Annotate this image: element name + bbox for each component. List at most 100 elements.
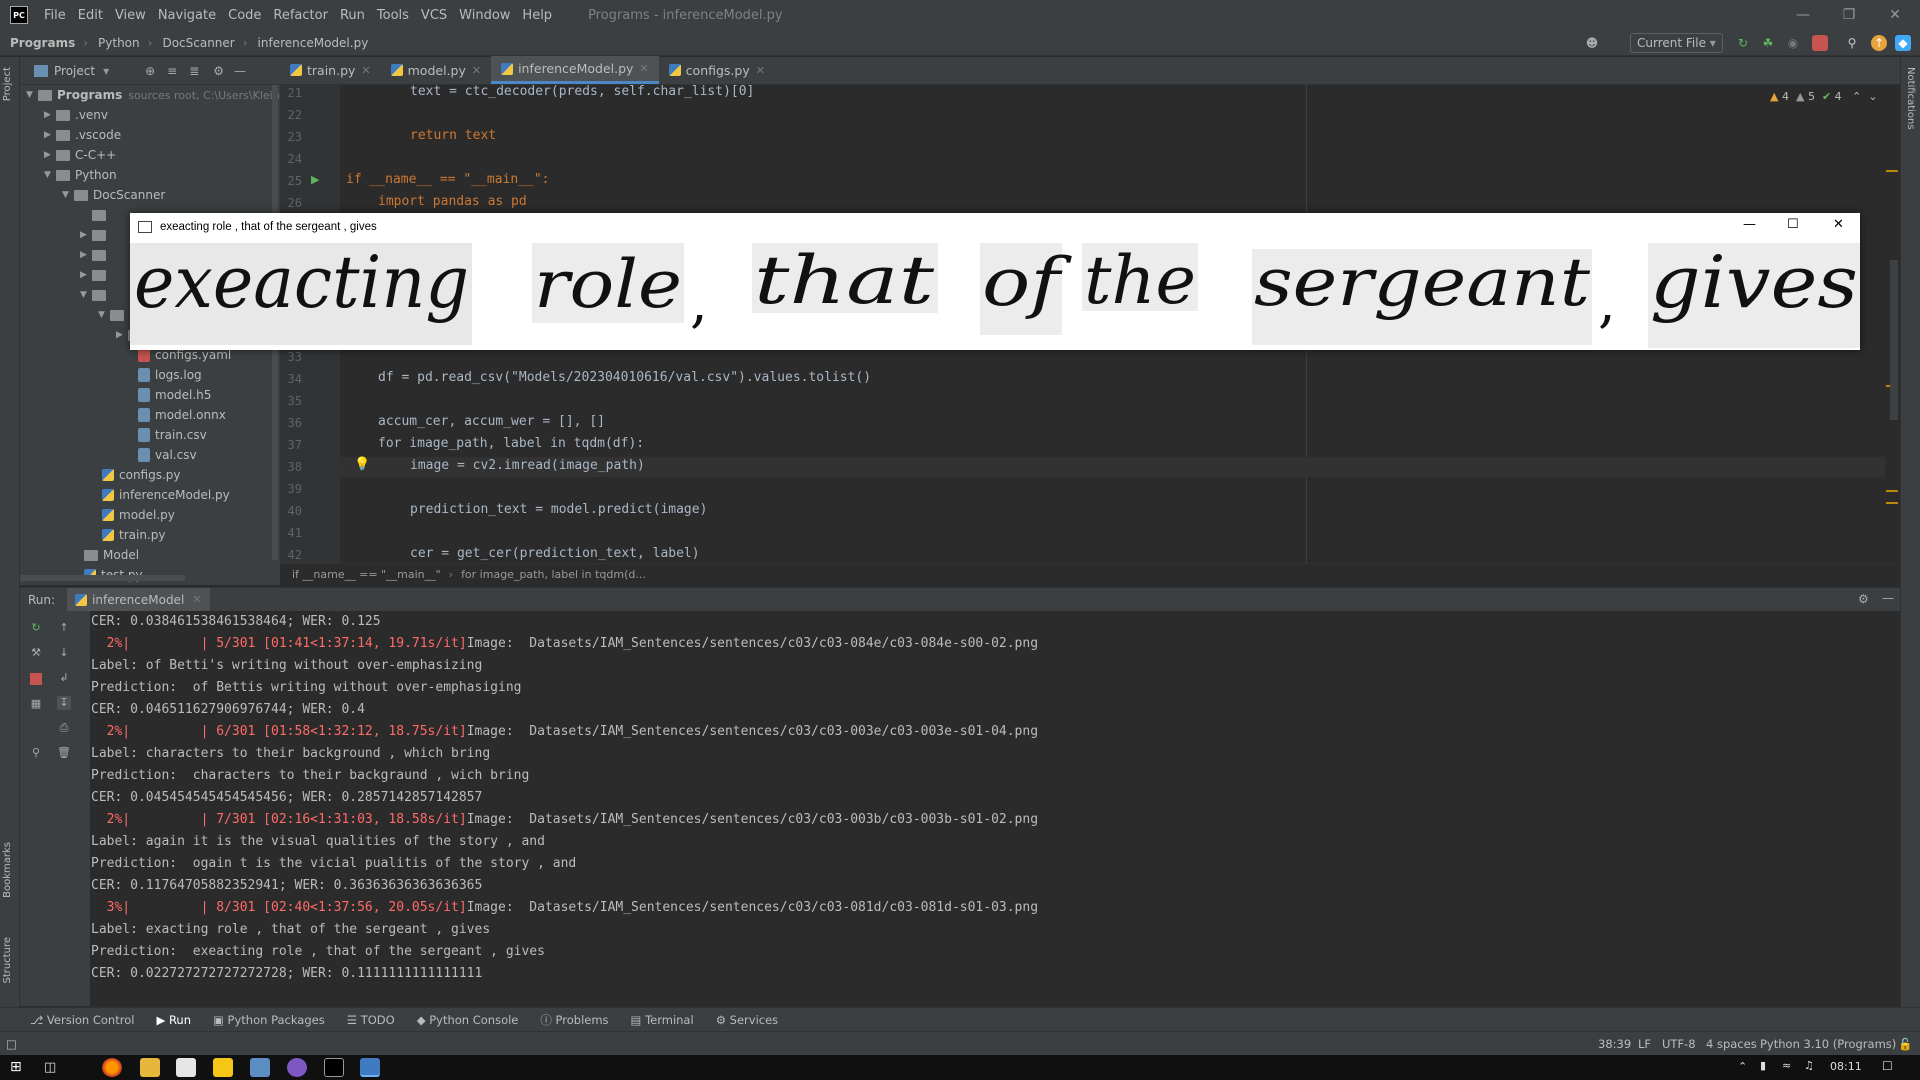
update-icon[interactable]: ↑ [1871, 35, 1887, 51]
error-stripe-mark[interactable] [1886, 490, 1898, 504]
tree-item-model-py[interactable]: model.py [102, 505, 175, 525]
collapse-all-icon[interactable]: ≣ [189, 64, 199, 78]
tree-item-venv[interactable]: ▶ .venv [44, 105, 108, 125]
breadcrumb-file[interactable]: inferenceModel.py [248, 36, 369, 50]
notification-center-icon[interactable]: ☐ [1882, 1059, 1893, 1073]
arrow-up-icon[interactable]: ↑ [57, 621, 71, 635]
bookmarks-tool-window-button[interactable]: Bookmarks [2, 842, 13, 898]
tab-todo[interactable]: ☰ TODO [347, 1013, 395, 1027]
tree-item-python[interactable]: ▼ Python [44, 165, 117, 185]
profile-icon[interactable]: ◉ [1785, 35, 1801, 51]
wifi-icon[interactable]: ≈ [1782, 1059, 1791, 1072]
arrow-down-icon[interactable]: ↓ [57, 646, 71, 660]
stop-icon[interactable] [30, 673, 42, 685]
caret-position[interactable]: 38:39 [1598, 1037, 1631, 1051]
menu-tools[interactable]: Tools [371, 8, 415, 23]
tab-python-console[interactable]: ◆ Python Console [417, 1013, 519, 1027]
hide-icon[interactable]: — [1882, 591, 1894, 605]
tab-terminal[interactable]: ▤ Terminal [631, 1013, 694, 1027]
pin-icon[interactable]: ⚲ [29, 746, 43, 760]
game-app-icon[interactable] [287, 1058, 307, 1077]
tab-inferencemodel-py[interactable]: inferenceModel.py ✕ [491, 56, 659, 84]
code-breadcrumb-item[interactable]: if __name__ == "__main__" [292, 568, 441, 581]
file-explorer-icon[interactable] [140, 1058, 160, 1077]
run-console[interactable]: CER: 0.038461538461538464; WER: 0.125 2%… [90, 611, 1890, 1006]
close-icon[interactable]: ✕ [1872, 0, 1918, 30]
chevron-up-icon[interactable]: ⌃ [1738, 1060, 1747, 1073]
menu-window[interactable]: Window [453, 8, 516, 23]
hide-icon[interactable]: — [234, 64, 246, 78]
tab-run[interactable]: ▶ Run [156, 1013, 191, 1027]
firefox-icon[interactable] [102, 1058, 122, 1077]
menu-code[interactable]: Code [222, 8, 267, 23]
user-icon[interactable]: ☻ [1584, 35, 1600, 51]
chevron-down-icon[interactable]: ▾ [103, 64, 109, 78]
notifications-tool-window-button[interactable]: Notifications [1905, 67, 1916, 130]
notepad-icon[interactable] [176, 1058, 196, 1077]
maximize-icon[interactable]: ☐ [1787, 217, 1799, 232]
code-breadcrumb-item[interactable]: for image_path, label in tqdm(d... [461, 568, 646, 581]
windows-start-icon[interactable]: ⊞ [10, 1058, 30, 1077]
gear-icon[interactable]: ⚙ [213, 64, 224, 78]
pycharm-taskbar-icon[interactable] [324, 1058, 344, 1077]
breadcrumb-python[interactable]: Python [88, 36, 140, 50]
run-gutter-icon[interactable]: ▶ [311, 173, 319, 186]
tree-item-train-csv[interactable]: train.csv [138, 425, 207, 445]
tree-item-model-h5[interactable]: model.h5 [138, 385, 211, 405]
tree-item-c-cpp[interactable]: ▶ C-C++ [44, 145, 116, 165]
minimize-icon[interactable]: — [1780, 0, 1826, 30]
locate-icon[interactable]: ⊕ [145, 64, 155, 78]
lock-icon[interactable]: 🔓 [1898, 1037, 1912, 1051]
tab-configs-py[interactable]: configs.py ✕ [659, 56, 775, 84]
close-icon[interactable]: ✕ [756, 64, 765, 77]
battery-icon[interactable]: ▮ [1760, 1059, 1766, 1072]
tab-problems[interactable]: ⓘ Problems [540, 1012, 608, 1028]
close-icon[interactable]: ✕ [639, 62, 648, 75]
restore-icon[interactable]: ❐ [1826, 0, 1872, 30]
expand-all-icon[interactable]: ≡ [167, 64, 177, 78]
tree-item-models[interactable]: ▼ [80, 285, 111, 305]
tree-item-val-csv[interactable]: val.csv [138, 445, 197, 465]
inspection-widget[interactable]: ▲ 4 ▲ 5 ✔ 4 ⌃ ⌄ [1770, 90, 1878, 103]
close-icon[interactable]: ✕ [1833, 217, 1844, 232]
tab-train-py[interactable]: train.py ✕ [280, 56, 381, 84]
close-icon[interactable]: ✕ [192, 593, 201, 606]
breadcrumb-programs[interactable]: Programs [0, 36, 75, 50]
chevron-up-icon[interactable]: ⌃ [1852, 90, 1861, 103]
soft-wrap-icon[interactable]: ↲ [57, 671, 71, 685]
menu-navigate[interactable]: Navigate [152, 8, 222, 23]
project-horizontal-scrollbar[interactable] [20, 575, 185, 581]
project-tool-window-button[interactable]: Project [2, 67, 13, 101]
tab-services[interactable]: ⚙ Services [716, 1013, 778, 1027]
minimize-icon[interactable]: — [1743, 217, 1756, 232]
close-icon[interactable]: ✕ [361, 64, 370, 77]
tree-item-configs-py[interactable]: configs.py [102, 465, 181, 485]
close-icon[interactable]: ✕ [472, 64, 481, 77]
scroll-to-end-icon[interactable]: ↧ [57, 696, 71, 710]
image-viewer-titlebar[interactable]: exeacting role , that of the sergeant , … [130, 213, 1860, 241]
layout-icon[interactable]: ▦ [29, 697, 43, 711]
tree-item-collapsed[interactable]: ▶ [80, 225, 111, 245]
rerun-icon[interactable]: ↻ [1735, 35, 1751, 51]
editor-scrollbar[interactable] [1890, 260, 1898, 420]
python-interpreter[interactable]: Python 3.10 (Programs) [1760, 1037, 1896, 1051]
volume-icon[interactable]: ♫ [1804, 1059, 1814, 1072]
breadcrumb-docscanner[interactable]: DocScanner [152, 36, 234, 50]
indent-setting[interactable]: 4 spaces [1706, 1037, 1757, 1051]
menu-run[interactable]: Run [334, 8, 371, 23]
code-with-me-icon[interactable]: ◆ [1895, 35, 1911, 51]
search-icon[interactable]: ⚲ [1844, 35, 1860, 51]
tab-version-control[interactable]: ⎇ Version Control [30, 1013, 134, 1027]
rerun-icon[interactable]: ↻ [29, 621, 43, 635]
project-view-selector[interactable]: Project [54, 64, 95, 78]
tree-item-model-folder[interactable]: Model [84, 545, 139, 565]
sticky-notes-icon[interactable] [213, 1058, 233, 1077]
tree-item-vscode[interactable]: ▶ .vscode [44, 125, 121, 145]
error-stripe-mark[interactable] [1886, 170, 1898, 172]
stop-icon[interactable] [1812, 35, 1828, 51]
run-tab-inferencemodel[interactable]: inferenceModel ✕ [67, 587, 210, 612]
task-view-icon[interactable]: ◫ [44, 1058, 64, 1077]
wrench-icon[interactable]: ⚒ [29, 646, 43, 660]
menu-vcs[interactable]: VCS [415, 8, 453, 23]
tree-item-collapsed[interactable]: ▶ [80, 265, 111, 285]
